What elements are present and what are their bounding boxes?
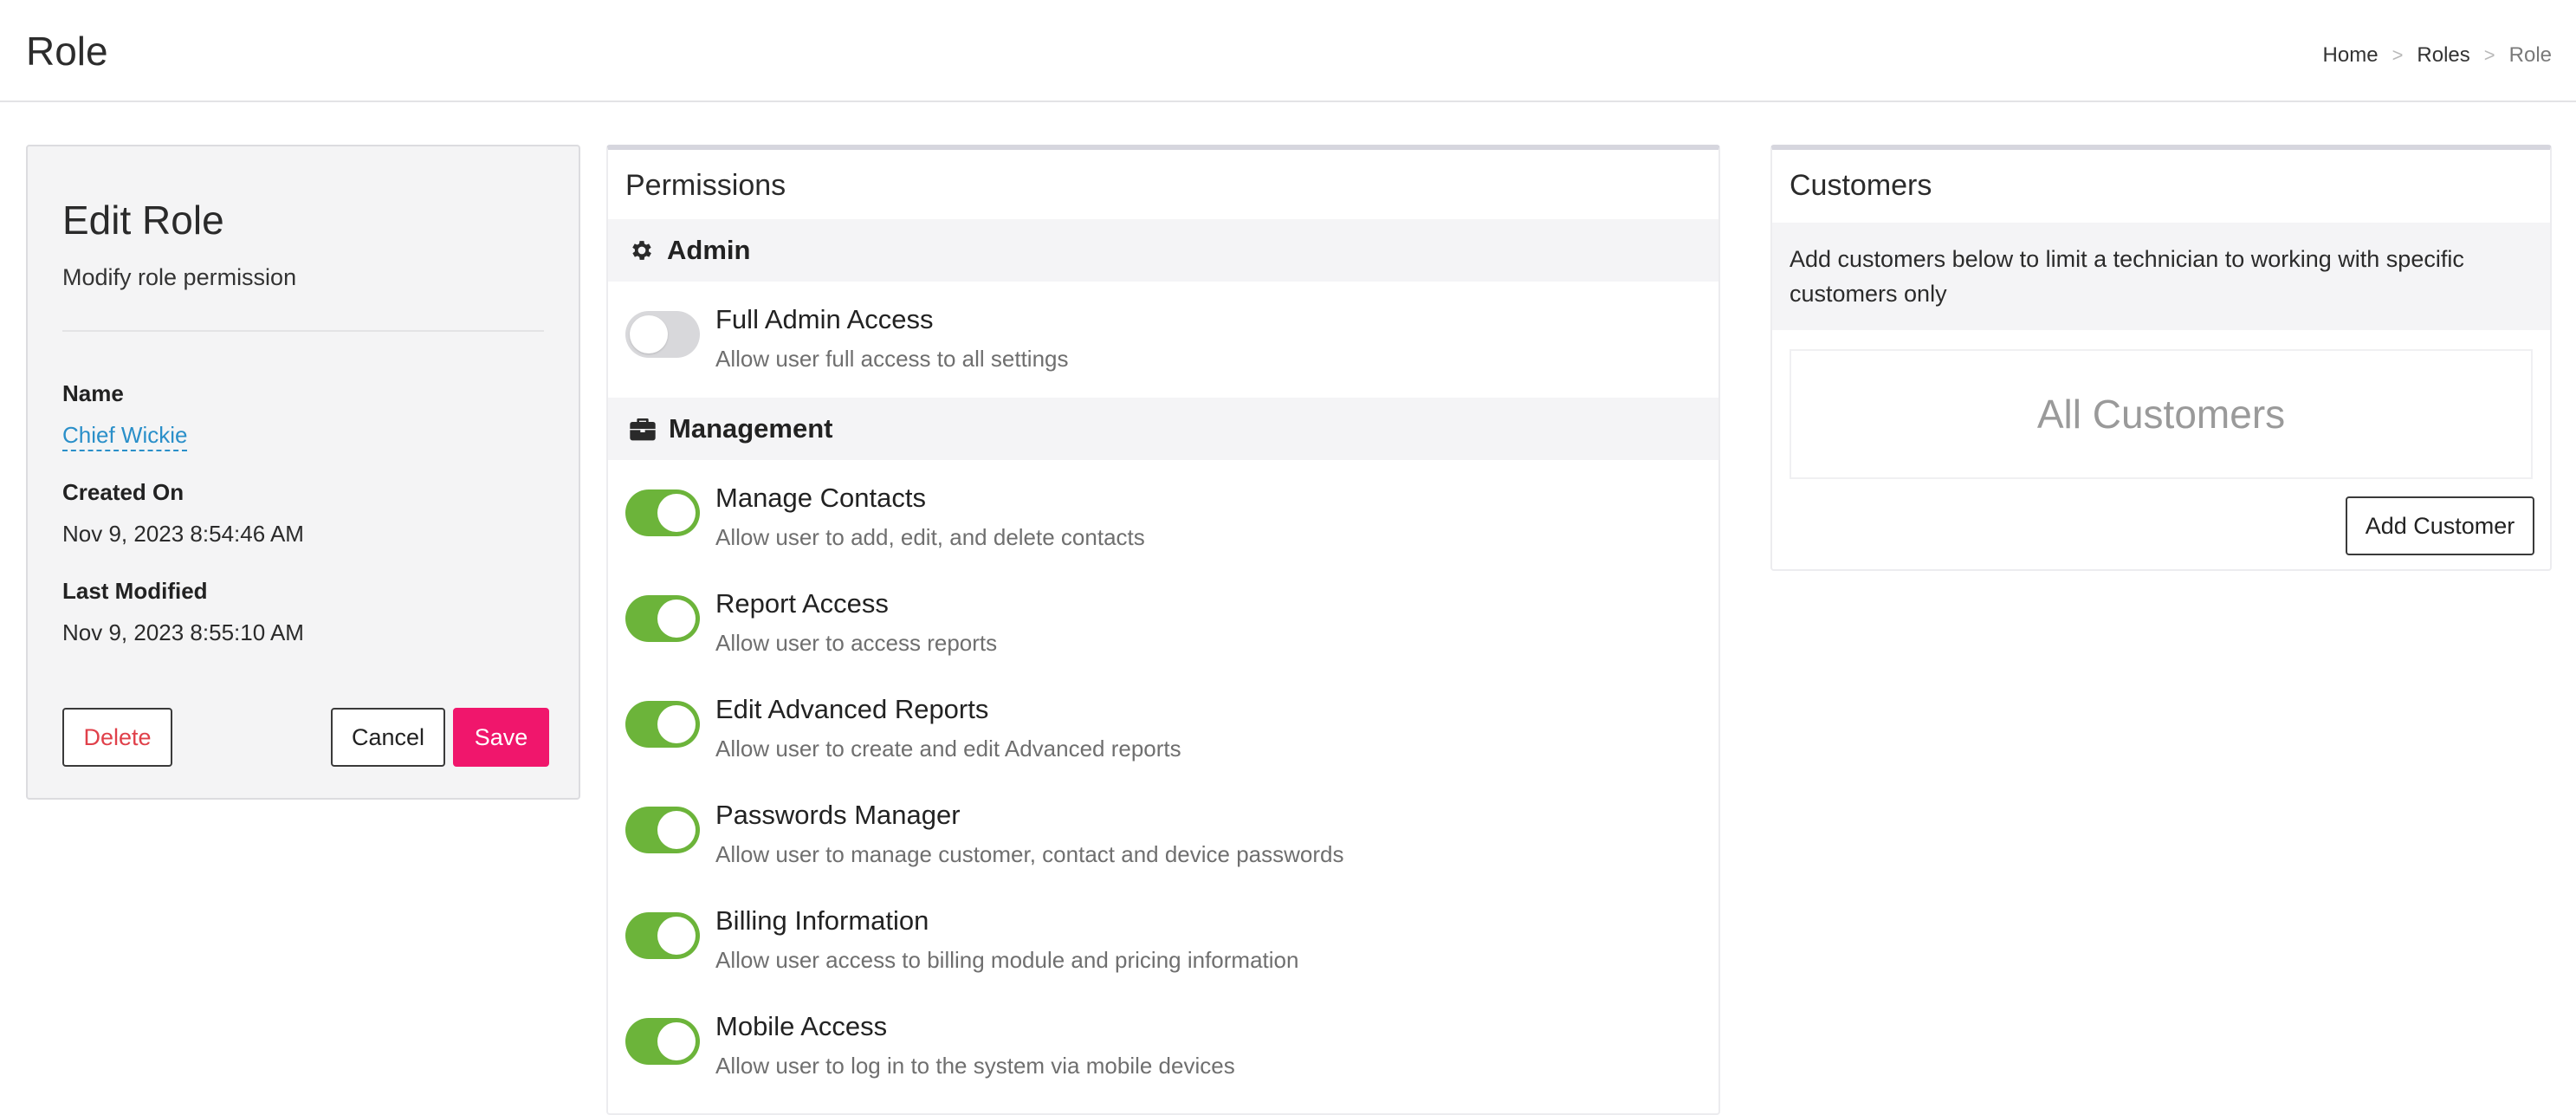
- breadcrumb-roles[interactable]: Roles: [2417, 43, 2469, 68]
- permission-manage-contacts: Manage Contacts Allow user to add, edit,…: [608, 477, 1718, 573]
- name-label: Name: [62, 380, 124, 406]
- permission-title: Full Admin Access: [715, 304, 934, 334]
- breadcrumb-home[interactable]: Home: [2323, 43, 2379, 68]
- customers-panel: Customers Add customers below to limit a…: [1770, 145, 2552, 571]
- permission-mobile-access: Mobile Access Allow user to log in to th…: [608, 1006, 1718, 1101]
- customers-title: Customers: [1790, 169, 1932, 202]
- role-name-editable[interactable]: Chief Wickie: [62, 422, 188, 451]
- briefcase-icon: [630, 418, 656, 441]
- section-admin-header: Admin: [608, 219, 1718, 282]
- report-access-toggle[interactable]: [625, 595, 700, 642]
- manage-contacts-toggle[interactable]: [625, 489, 700, 536]
- permission-title: Mobile Access: [715, 1011, 888, 1041]
- edit-role-title: Edit Role: [62, 198, 224, 243]
- permission-description: Allow user to add, edit, and delete cont…: [715, 524, 1145, 550]
- save-button[interactable]: Save: [453, 708, 549, 767]
- top-bar: Role Home > Roles > Role: [0, 0, 2576, 102]
- breadcrumb-separator: >: [2483, 44, 2495, 66]
- permission-title: Passwords Manager: [715, 800, 961, 830]
- add-customer-button[interactable]: Add Customer: [2346, 496, 2534, 555]
- permission-title: Edit Advanced Reports: [715, 694, 989, 724]
- name-value-container: Chief Wickie: [62, 422, 188, 451]
- toggle-knob: [657, 600, 696, 638]
- permission-description: Allow user to access reports: [715, 630, 998, 656]
- toggle-knob: [657, 705, 696, 743]
- created-on-value: Nov 9, 2023 8:54:46 AM: [62, 521, 304, 547]
- created-on-label: Created On: [62, 479, 184, 505]
- permission-description: Allow user access to billing module and …: [715, 947, 1299, 973]
- all-customers-placeholder: All Customers: [1790, 349, 2533, 479]
- permission-billing-information: Billing Information Allow user access to…: [608, 900, 1718, 995]
- cancel-button[interactable]: Cancel: [331, 708, 445, 767]
- permission-title: Manage Contacts: [715, 483, 926, 513]
- delete-button[interactable]: Delete: [62, 708, 172, 767]
- customers-info: Add customers below to limit a technicia…: [1772, 223, 2550, 330]
- divider: [62, 330, 544, 332]
- last-modified-label: Last Modified: [62, 578, 208, 604]
- toggle-knob: [657, 811, 696, 849]
- permission-description: Allow user to create and edit Advanced r…: [715, 736, 1181, 762]
- toggle-knob: [657, 917, 696, 955]
- permission-edit-advanced-reports: Edit Advanced Reports Allow user to crea…: [608, 689, 1718, 784]
- gear-icon: [632, 241, 651, 260]
- permission-title: Report Access: [715, 588, 889, 619]
- billing-information-toggle[interactable]: [625, 912, 700, 959]
- last-modified-value: Nov 9, 2023 8:55:10 AM: [62, 619, 304, 645]
- section-admin-title: Admin: [667, 235, 751, 265]
- breadcrumb: Home > Roles > Role: [2323, 43, 2552, 68]
- toggle-knob: [657, 494, 696, 532]
- permission-passwords-manager: Passwords Manager Allow user to manage c…: [608, 794, 1718, 890]
- permission-report-access: Report Access Allow user to access repor…: [608, 583, 1718, 678]
- section-management-title: Management: [669, 413, 833, 444]
- permission-description: Allow user full access to all settings: [715, 346, 1069, 372]
- page-title: Role: [26, 29, 108, 74]
- mobile-access-toggle[interactable]: [625, 1018, 700, 1065]
- breadcrumb-separator: >: [2392, 44, 2404, 66]
- passwords-manager-toggle[interactable]: [625, 807, 700, 853]
- edit-role-subtitle: Modify role permission: [62, 264, 297, 290]
- permission-description: Allow user to manage customer, contact a…: [715, 841, 1344, 867]
- permission-description: Allow user to log in to the system via m…: [715, 1053, 1235, 1079]
- permissions-title: Permissions: [625, 169, 786, 202]
- section-management-header: Management: [608, 398, 1718, 460]
- edit-role-card: Edit Role Modify role permission Name Ch…: [26, 145, 580, 800]
- toggle-knob: [657, 1022, 696, 1060]
- permission-title: Billing Information: [715, 905, 929, 936]
- breadcrumb-current: Role: [2508, 43, 2552, 67]
- full-admin-access-toggle[interactable]: [625, 311, 700, 358]
- toggle-knob: [630, 315, 668, 353]
- permission-full-admin-access: Full Admin Access Allow user full access…: [608, 299, 1718, 394]
- edit-advanced-reports-toggle[interactable]: [625, 701, 700, 748]
- permissions-panel: Permissions Admin Full Admin Access Allo…: [606, 145, 1720, 1115]
